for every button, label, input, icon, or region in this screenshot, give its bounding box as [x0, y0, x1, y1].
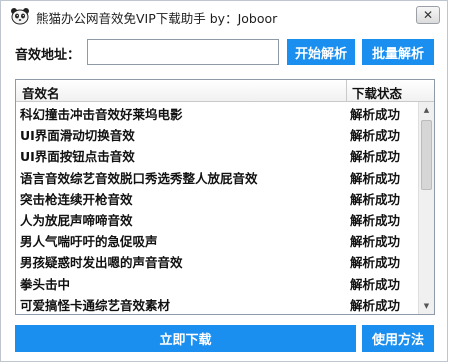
list-item[interactable]: 女人说what的音效素材解析成功 — [16, 314, 418, 315]
download-status: 解析成功 — [350, 212, 401, 228]
list-item[interactable]: 科幻撞击冲击音效好莱坞电影 解析成功 — [16, 102, 418, 123]
download-status: 解析成功 — [350, 170, 401, 186]
column-header-status[interactable]: 下载状态 — [352, 83, 402, 102]
title-bar: 熊猫办公网音效免VIP下载助手 by：Joboor ✕ — [1, 1, 447, 31]
batch-parse-button[interactable]: 批量解析 — [362, 39, 434, 65]
list-header: 音效名 下载状态 — [16, 80, 434, 102]
scroll-thumb[interactable] — [421, 120, 432, 190]
list-item[interactable]: 男孩疑惑时发出嗯的声音音效 解析成功 — [16, 250, 418, 271]
vertical-scrollbar[interactable]: ▲ ▼ — [418, 102, 434, 314]
sound-name: 男人气喘吁吁的急促吸声 — [20, 234, 158, 250]
url-input[interactable] — [87, 39, 279, 65]
list-rows: 科幻撞击冲击音效好莱坞电影 解析成功 UI界面滑动切换音效 解析成功 UI界面按钮点击音… — [16, 102, 418, 315]
list-item[interactable]: 可爱搞怪卡通综艺音效素材 解析成功 — [16, 293, 418, 314]
app-window: 熊猫办公网音效免VIP下载助手 by：Joboor ✕ 音效地址： 开始解析 批… — [0, 0, 448, 362]
list-item[interactable]: UI界面滑动切换音效 解析成功 — [16, 123, 418, 144]
panda-icon — [10, 7, 30, 25]
download-status: 解析成功 — [350, 107, 401, 122]
sound-name: 男孩疑惑时发出嗯的声音音效 — [20, 255, 183, 271]
list-item[interactable]: 突击枪连续开枪音效 解析成功 — [16, 187, 418, 208]
scroll-down-arrow-icon[interactable]: ▼ — [419, 298, 434, 314]
column-header-name[interactable]: 音效名 — [22, 83, 60, 102]
download-status: 解析成功 — [350, 128, 401, 144]
list-item[interactable]: UI界面按钮点击音效 解析成功 — [16, 144, 418, 165]
start-parse-button[interactable]: 开始解析 — [287, 39, 355, 65]
list-item[interactable]: 拳头击中 解析成功 — [16, 272, 418, 293]
window-title: 熊猫办公网音效免VIP下载助手 by：Joboor — [36, 11, 278, 26]
sound-name: UI界面滑动切换音效 — [20, 128, 135, 144]
sound-list[interactable]: 音效名 下载状态 科幻撞击冲击音效好莱坞电影 解析成功 UI界面滑动切换音效 解析成功… — [15, 79, 435, 315]
download-status: 解析成功 — [350, 234, 401, 250]
download-status: 解析成功 — [350, 191, 401, 207]
list-item[interactable]: 语言音效综艺音效脱口秀选秀整人放屁音效 解析成功 — [16, 166, 418, 187]
sound-name: 拳头击中 — [20, 276, 71, 292]
download-status: 解析成功 — [350, 297, 401, 313]
list-item[interactable]: 男人气喘吁吁的急促吸声 解析成功 — [16, 229, 418, 250]
download-now-button[interactable]: 立即下载 — [15, 325, 356, 352]
url-label: 音效地址： — [15, 48, 81, 63]
sound-name: 人为放屁声啼啼音效 — [20, 212, 133, 228]
column-divider — [346, 80, 347, 101]
close-button[interactable]: ✕ — [416, 6, 440, 24]
download-status: 解析成功 — [350, 149, 401, 165]
usage-help-button[interactable]: 使用方法 — [362, 325, 434, 352]
sound-name: 科幻撞击冲击音效好莱坞电影 — [20, 107, 183, 122]
sound-name: 可爱搞怪卡通综艺音效素材 — [20, 297, 171, 313]
download-status: 解析成功 — [350, 255, 401, 271]
sound-name: 突击枪连续开枪音效 — [20, 191, 133, 207]
scroll-up-arrow-icon[interactable]: ▲ — [419, 102, 434, 118]
close-icon: ✕ — [422, 8, 434, 22]
sound-name: UI界面按钮点击音效 — [20, 149, 135, 165]
sound-name: 语言音效综艺音效脱口秀选秀整人放屁音效 — [20, 170, 258, 186]
download-status: 解析成功 — [350, 276, 401, 292]
list-item[interactable]: 人为放屁声啼啼音效 解析成功 — [16, 208, 418, 229]
